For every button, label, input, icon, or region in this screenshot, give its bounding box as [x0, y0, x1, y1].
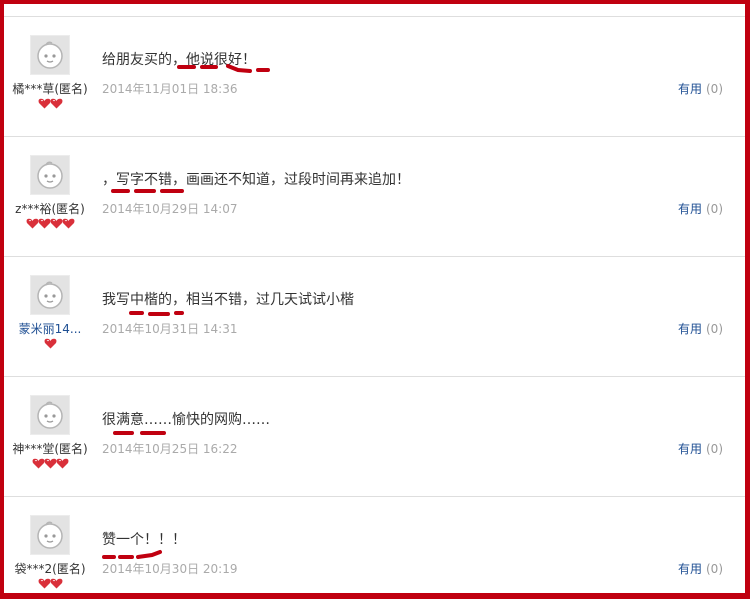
red-heart-badge-icon	[44, 338, 56, 349]
reviewer-level-badges	[4, 218, 96, 232]
review-content: 赞一个！！！	[102, 532, 186, 548]
useful-count: (0)	[706, 202, 723, 216]
review-content: 我写中楷的，相当不错，过几天试试小楷	[102, 292, 354, 308]
red-heart-badge-icon	[50, 578, 62, 589]
useful-label: 有用	[677, 442, 702, 456]
review-content: 很满意……愉快的网购……	[102, 412, 270, 428]
reviewer-level-badges	[4, 578, 96, 592]
review-content: ，写字不错，画画还不知道，过段时间再来追加！	[102, 172, 410, 188]
red-heart-badge-icon	[56, 458, 68, 469]
default-avatar-face-icon	[37, 521, 63, 549]
useful-count: (0)	[706, 562, 723, 576]
review-item: z***裕(匿名) ，写字不错，画画还不知道，过段时间再来追加！ 2014年10…	[4, 136, 745, 256]
review-item: 袋***2(匿名) 赞一个！！！ 2014年10月30日 20:19 有用 (0)	[4, 496, 745, 616]
useful-vote-button[interactable]: 有用 (0)	[678, 440, 723, 457]
review-date: 2014年11月01日 18:36	[102, 82, 238, 96]
red-heart-badge-icon	[50, 98, 62, 109]
review-list: 橘***草(匿名) 给朋友买的，他说很好！ 2014年11月01日 18:36 …	[4, 16, 745, 616]
default-avatar-face-icon	[37, 41, 63, 69]
useful-label: 有用	[677, 82, 702, 96]
review-date: 2014年10月31日 14:31	[102, 322, 238, 336]
review-content: 给朋友买的，他说很好！	[102, 52, 256, 68]
review-date: 2014年10月25日 16:22	[102, 442, 238, 456]
avatar[interactable]	[30, 515, 70, 555]
default-avatar-face-icon	[37, 281, 63, 309]
review-item: 蒙米丽14... 我写中楷的，相当不错，过几天试试小楷 2014年10月31日 …	[4, 256, 745, 376]
useful-vote-button[interactable]: 有用 (0)	[678, 560, 723, 577]
reviewer-level-badges	[4, 98, 96, 112]
avatar[interactable]	[30, 155, 70, 195]
avatar[interactable]	[30, 35, 70, 75]
review-item: 橘***草(匿名) 给朋友买的，他说很好！ 2014年11月01日 18:36 …	[4, 16, 745, 136]
useful-label: 有用	[677, 322, 702, 336]
review-date: 2014年10月29日 14:07	[102, 202, 238, 216]
reviewer-name-link[interactable]: 蒙米丽14...	[4, 320, 96, 337]
review-item: 神***堂(匿名) 很满意……愉快的网购…… 2014年10月25日 16:22…	[4, 376, 745, 496]
useful-vote-button[interactable]: 有用 (0)	[678, 320, 723, 337]
useful-count: (0)	[706, 442, 723, 456]
useful-count: (0)	[706, 322, 723, 336]
reviewer-name: 神***堂(匿名)	[12, 442, 88, 456]
avatar[interactable]	[30, 395, 70, 435]
default-avatar-face-icon	[37, 161, 63, 189]
useful-label: 有用	[677, 202, 702, 216]
reviewer-level-badges	[4, 338, 96, 352]
avatar[interactable]	[30, 275, 70, 315]
useful-count: (0)	[706, 82, 723, 96]
useful-vote-button[interactable]: 有用 (0)	[678, 200, 723, 217]
red-heart-badge-icon	[62, 218, 74, 229]
reviewer-name: z***裕(匿名)	[15, 202, 85, 216]
default-avatar-face-icon	[37, 401, 63, 429]
review-date: 2014年10月30日 20:19	[102, 562, 238, 576]
reviewer-name: 橘***草(匿名)	[12, 82, 88, 96]
useful-label: 有用	[677, 562, 702, 576]
useful-vote-button[interactable]: 有用 (0)	[678, 80, 723, 97]
reviewer-name: 袋***2(匿名)	[14, 562, 86, 576]
reviewer-level-badges	[4, 458, 96, 472]
